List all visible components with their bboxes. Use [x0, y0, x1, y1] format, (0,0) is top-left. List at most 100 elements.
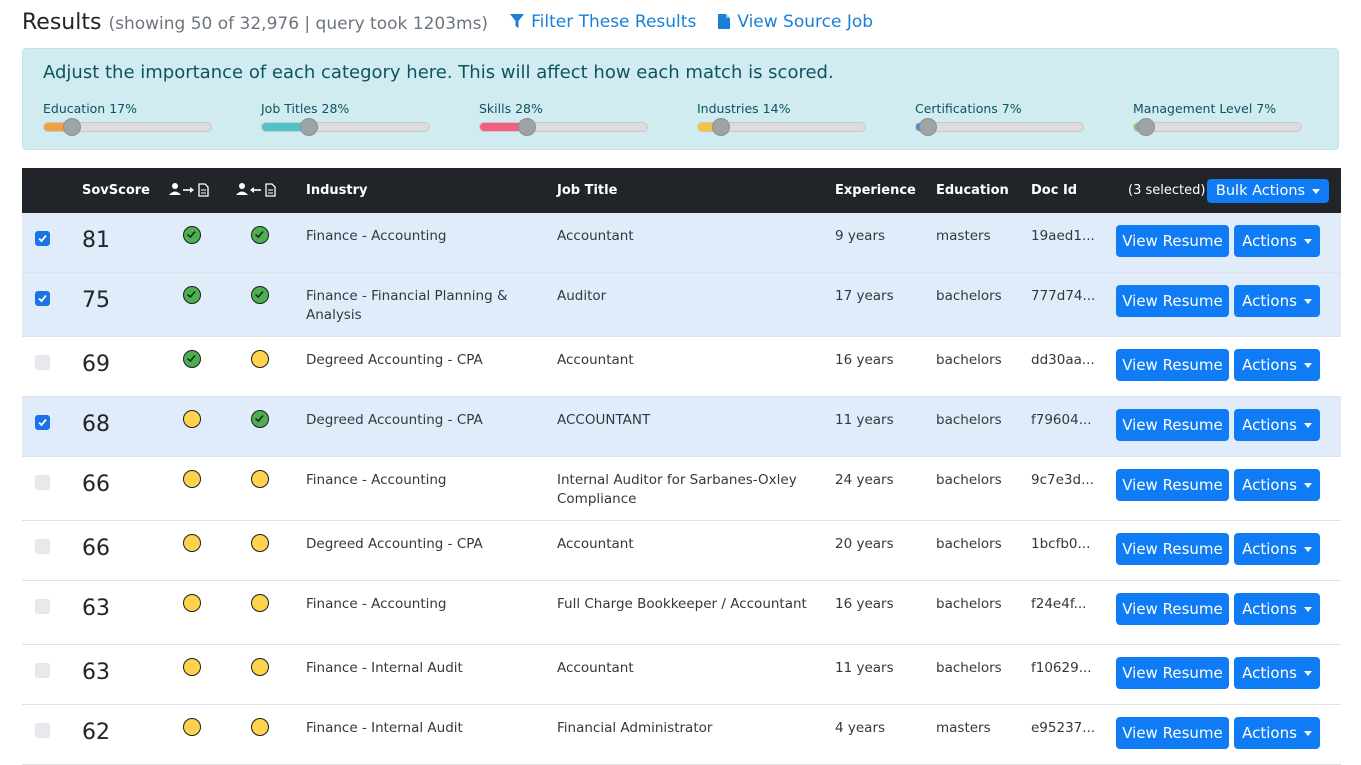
- category-weights-panel: Adjust the importance of each category h…: [22, 48, 1339, 150]
- view-resume-button[interactable]: View Resume: [1116, 717, 1229, 749]
- resume-to-job-partial-icon: [251, 350, 269, 368]
- row-checkbox[interactable]: [35, 475, 50, 490]
- doc-id-cell: 9c7e3d...: [1031, 472, 1094, 488]
- actions-label: Actions: [1242, 356, 1297, 374]
- doc-id-cell: e95237...: [1031, 720, 1096, 736]
- actions-dropdown-button[interactable]: Actions: [1234, 533, 1320, 565]
- view-resume-button[interactable]: View Resume: [1116, 349, 1229, 381]
- experience-cell: 17 years: [835, 288, 894, 304]
- view-resume-button[interactable]: View Resume: [1116, 657, 1229, 689]
- slider-track[interactable]: [915, 118, 1084, 136]
- industry-cell: Degreed Accounting - CPA: [306, 352, 483, 368]
- actions-label: Actions: [1242, 232, 1297, 250]
- actions-label: Actions: [1242, 540, 1297, 558]
- slider-handle[interactable]: [1136, 118, 1155, 136]
- header-industry[interactable]: Industry: [306, 183, 368, 198]
- doc-id-cell: f24e4f...: [1031, 596, 1087, 612]
- row-checkbox[interactable]: [35, 291, 50, 306]
- row-checkbox[interactable]: [35, 663, 50, 678]
- category-slider: Management Level 7%: [1133, 101, 1303, 136]
- job-title-cell: ACCOUNTANT: [557, 412, 651, 428]
- slider-track[interactable]: [479, 118, 648, 136]
- slider-track[interactable]: [43, 118, 212, 136]
- actions-dropdown-button[interactable]: Actions: [1234, 469, 1320, 501]
- row-checkbox[interactable]: [35, 415, 50, 430]
- table-row: 63 Finance - Internal Audit Accountant 11 y…: [22, 645, 1341, 705]
- actions-label: Actions: [1242, 664, 1297, 682]
- actions-dropdown-button[interactable]: Actions: [1234, 593, 1320, 625]
- weights-heading: Adjust the importance of each category h…: [43, 62, 834, 83]
- row-checkbox[interactable]: [35, 355, 50, 370]
- sov-score: 69: [82, 352, 110, 377]
- view-resume-button[interactable]: View Resume: [1116, 593, 1229, 625]
- slider-track[interactable]: [261, 118, 430, 136]
- caret-down-icon: [1303, 363, 1312, 368]
- doc-id-cell: 19aed1...: [1031, 228, 1095, 244]
- view-source-job-link[interactable]: View Source Job: [718, 12, 873, 32]
- slider-handle[interactable]: [299, 118, 318, 136]
- resume-to-job-partial-icon: [251, 718, 269, 736]
- row-checkbox[interactable]: [35, 231, 50, 246]
- actions-label: Actions: [1242, 292, 1297, 310]
- header-job-title[interactable]: Job Title: [557, 183, 617, 198]
- category-label: Skills 28%: [479, 101, 543, 116]
- page-title: Results: [22, 10, 102, 35]
- actions-dropdown-button[interactable]: Actions: [1234, 409, 1320, 441]
- slider-handle[interactable]: [712, 118, 731, 136]
- slider-handle[interactable]: [918, 118, 937, 136]
- slider-track[interactable]: [1133, 118, 1302, 136]
- industry-cell: Degreed Accounting - CPA: [306, 536, 483, 552]
- education-cell: bachelors: [936, 288, 1002, 304]
- slider-handle[interactable]: [63, 118, 82, 136]
- actions-dropdown-button[interactable]: Actions: [1234, 285, 1320, 317]
- row-checkbox[interactable]: [35, 599, 50, 614]
- view-resume-button[interactable]: View Resume: [1116, 409, 1229, 441]
- view-resume-button[interactable]: View Resume: [1116, 285, 1229, 317]
- doc-id-cell: 777d74...: [1031, 288, 1096, 304]
- category-slider: Education 17%: [43, 101, 213, 136]
- slider-track[interactable]: [697, 118, 866, 136]
- sov-score: 75: [82, 288, 110, 313]
- header-score[interactable]: SovScore: [82, 183, 150, 198]
- table-row: 75 Finance - Financial Planning & Analysi…: [22, 273, 1341, 337]
- view-resume-button[interactable]: View Resume: [1116, 533, 1229, 565]
- slider-handle[interactable]: [517, 118, 536, 136]
- caret-down-icon: [1303, 299, 1312, 304]
- row-checkbox[interactable]: [35, 539, 50, 554]
- industry-cell: Finance - Internal Audit: [306, 720, 463, 736]
- header-education[interactable]: Education: [936, 183, 1009, 198]
- job-to-resume-partial-icon: [183, 658, 201, 676]
- industry-cell: Finance - Internal Audit: [306, 660, 463, 676]
- sov-score: 66: [82, 536, 110, 561]
- actions-label: Actions: [1242, 476, 1297, 494]
- experience-cell: 11 years: [835, 412, 894, 428]
- job-title-cell: Accountant: [557, 352, 634, 368]
- resume-to-job-partial-icon: [251, 658, 269, 676]
- category-slider: Skills 28%: [479, 101, 649, 136]
- job-to-resume-check-icon: [183, 286, 201, 304]
- results-table: SovScore Industry Job Title Experience E…: [22, 168, 1341, 765]
- job-to-resume-partial-icon: [183, 718, 201, 736]
- caret-down-icon: [1303, 547, 1312, 552]
- sov-score: 81: [82, 228, 110, 253]
- actions-dropdown-button[interactable]: Actions: [1234, 717, 1320, 749]
- resume-to-job-icon: [236, 182, 276, 202]
- actions-dropdown-button[interactable]: Actions: [1234, 657, 1320, 689]
- job-title-cell: Auditor: [557, 288, 607, 304]
- actions-dropdown-button[interactable]: Actions: [1234, 349, 1320, 381]
- header-doc-id[interactable]: Doc Id: [1031, 183, 1077, 198]
- view-resume-button[interactable]: View Resume: [1116, 469, 1229, 501]
- job-title-cell: Full Charge Bookkeeper / Accountant: [557, 596, 807, 612]
- caret-down-icon: [1312, 188, 1321, 194]
- header-experience[interactable]: Experience: [835, 183, 916, 198]
- bulk-actions-button[interactable]: Bulk Actions: [1207, 179, 1329, 203]
- education-cell: bachelors: [936, 660, 1002, 676]
- education-cell: masters: [936, 228, 991, 244]
- view-resume-button[interactable]: View Resume: [1116, 225, 1229, 257]
- row-checkbox[interactable]: [35, 723, 50, 738]
- filter-results-link[interactable]: Filter These Results: [510, 12, 696, 32]
- resume-to-job-check-icon: [251, 226, 269, 244]
- job-to-resume-partial-icon: [183, 410, 201, 428]
- sov-score: 68: [82, 412, 110, 437]
- actions-dropdown-button[interactable]: Actions: [1234, 225, 1320, 257]
